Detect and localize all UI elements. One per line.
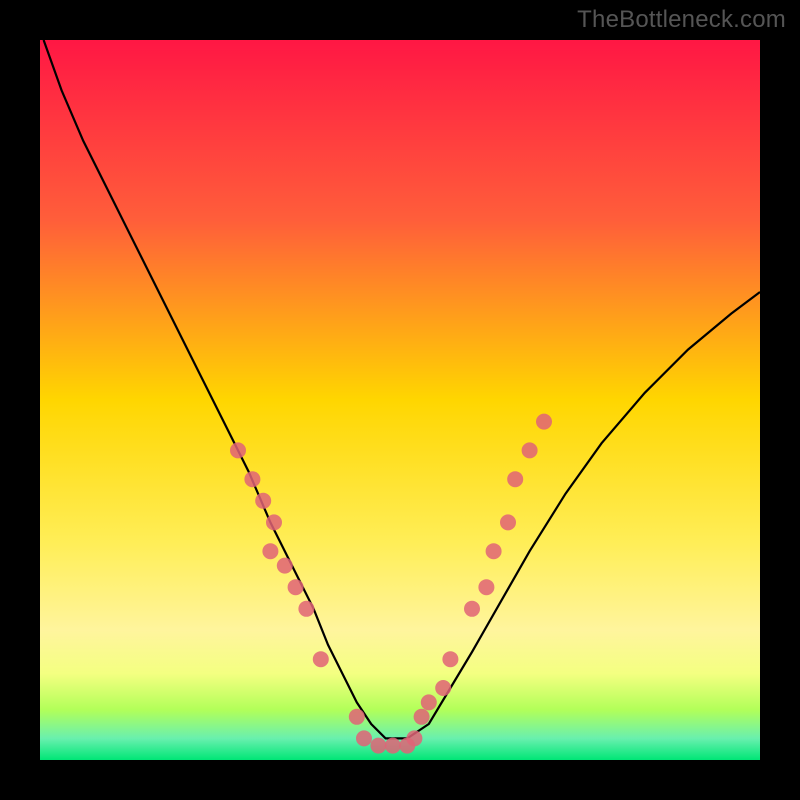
data-marker xyxy=(478,579,494,595)
data-marker xyxy=(288,579,304,595)
data-marker xyxy=(298,601,314,617)
data-marker xyxy=(442,651,458,667)
data-marker xyxy=(421,694,437,710)
data-marker xyxy=(255,493,271,509)
data-marker xyxy=(500,514,516,530)
chart-background xyxy=(40,40,760,760)
data-marker xyxy=(230,442,246,458)
data-marker xyxy=(313,651,329,667)
data-marker xyxy=(370,738,386,754)
data-marker xyxy=(349,709,365,725)
data-marker xyxy=(464,601,480,617)
data-marker xyxy=(385,738,401,754)
data-marker xyxy=(244,471,260,487)
data-marker xyxy=(435,680,451,696)
watermark-text: TheBottleneck.com xyxy=(577,6,786,34)
data-marker xyxy=(414,709,430,725)
chart-plot xyxy=(40,40,760,760)
data-marker xyxy=(266,514,282,530)
data-marker xyxy=(507,471,523,487)
data-marker xyxy=(536,414,552,430)
data-marker xyxy=(262,543,278,559)
data-marker xyxy=(522,442,538,458)
data-marker xyxy=(486,543,502,559)
data-marker xyxy=(277,558,293,574)
data-marker xyxy=(356,730,372,746)
data-marker xyxy=(406,730,422,746)
